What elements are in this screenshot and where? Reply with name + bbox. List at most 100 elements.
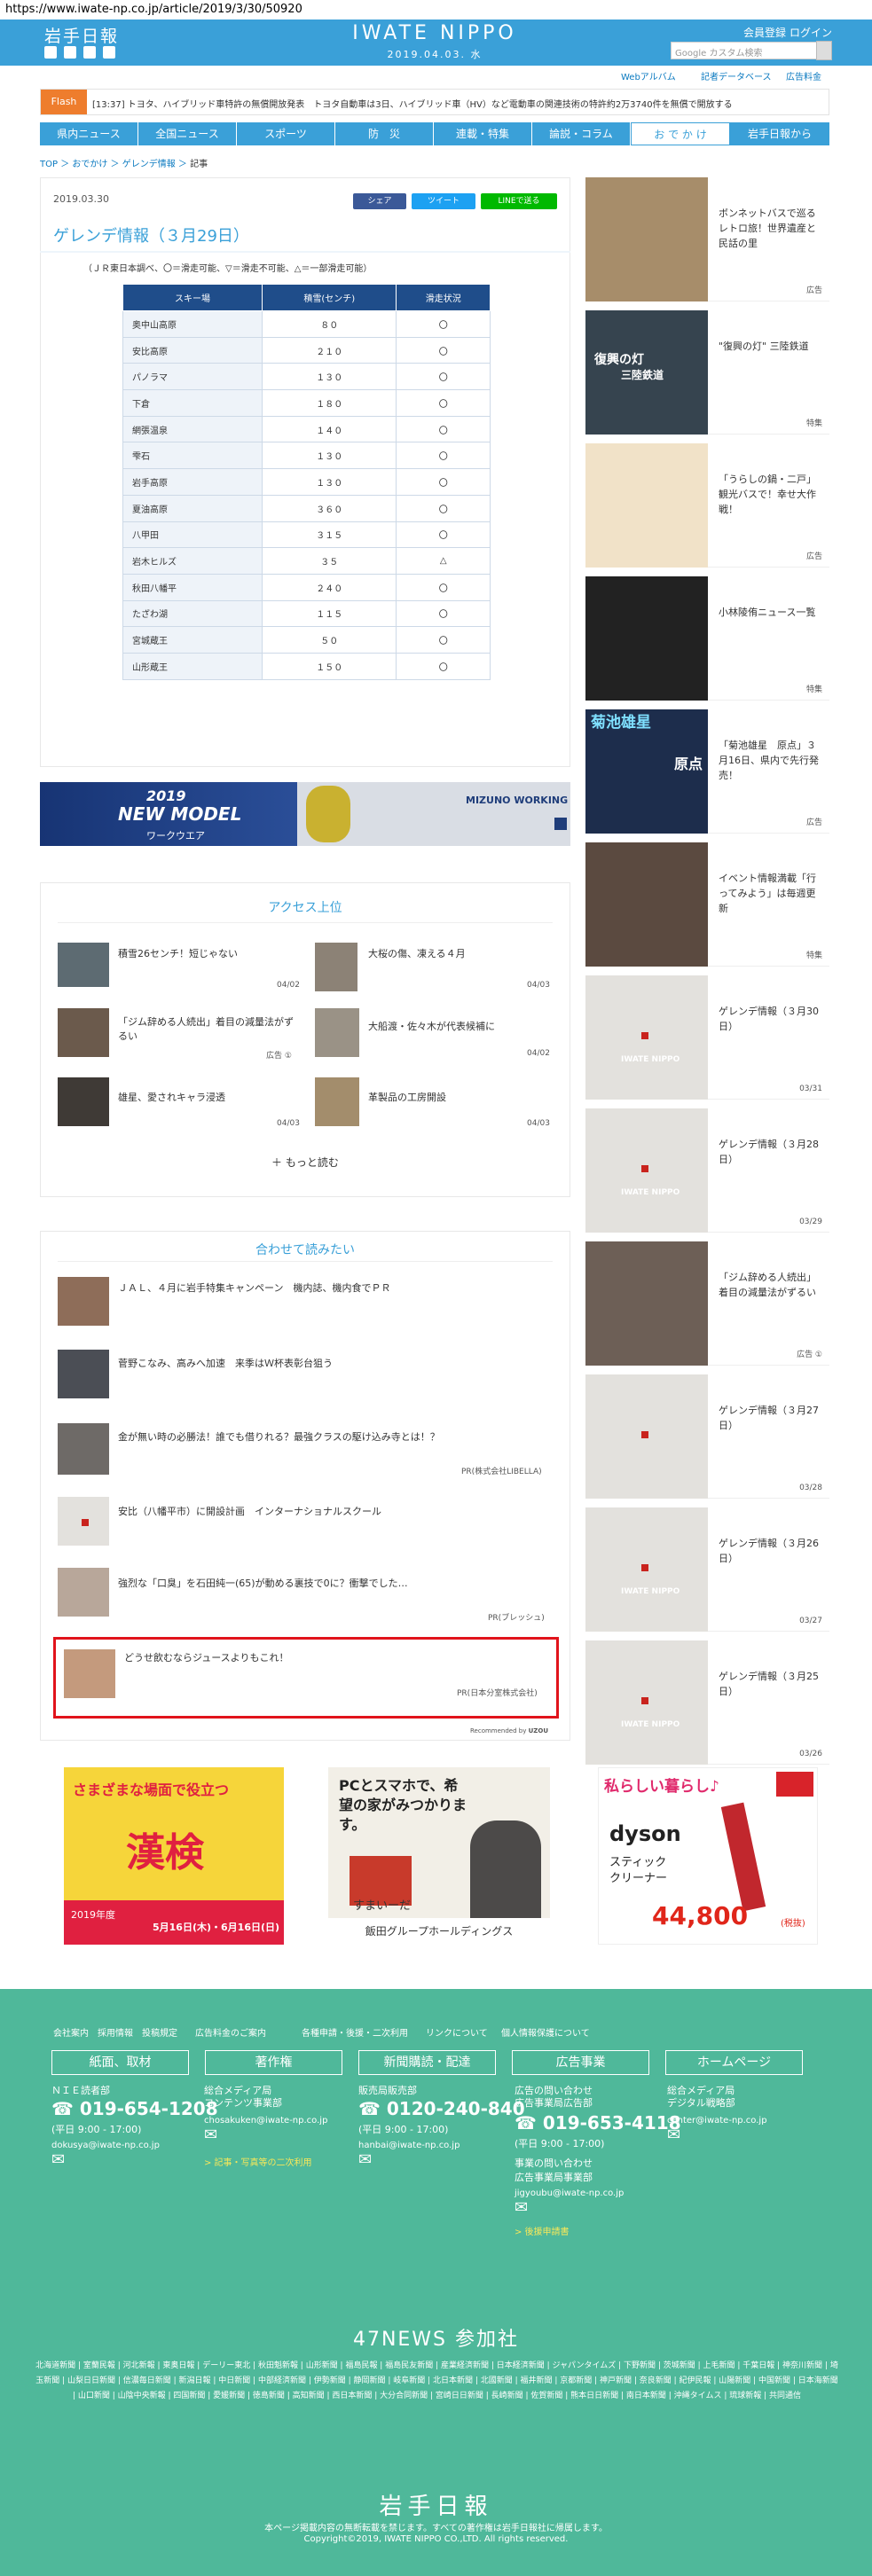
ad-dyson[interactable]: 私らしい暮らし♪ dyson スティッククリーナー 44,800 (税抜): [598, 1767, 818, 1945]
sidebar-item[interactable]: ゲレンデ情報（３月25日） 03/26: [585, 1640, 829, 1765]
sidebar-image[interactable]: [585, 842, 708, 967]
access-thumb-4[interactable]: [315, 1008, 359, 1057]
access-thumb-1[interactable]: [58, 943, 109, 987]
related-thumb-3[interactable]: [58, 1423, 109, 1475]
access-item-1[interactable]: 積雪26センチ！短じゃない: [118, 947, 295, 961]
access-thumb-2[interactable]: [315, 943, 357, 991]
related-item-3[interactable]: 金が無い時の必勝法！誰でも借りれる？最強クラスの駆け込み寺とは！？: [118, 1430, 544, 1445]
instagram-icon[interactable]: [103, 46, 115, 59]
footer-logo[interactable]: 岩手日報: [0, 2488, 872, 2521]
sidebar-text[interactable]: イベント情報満載「行ってみよう」は毎週更新: [719, 871, 823, 916]
access-thumb-5[interactable]: [58, 1077, 109, 1126]
sidebar-image[interactable]: [585, 1507, 708, 1632]
fc3-mail-icon[interactable]: ✉: [358, 2152, 372, 2168]
sidebar-image[interactable]: [585, 1108, 708, 1233]
twitter-icon[interactable]: [44, 46, 57, 59]
related-item-5[interactable]: 強烈な「口臭」を石田純一(65)が動める裏技で0に？衝撃でした…: [118, 1577, 544, 1591]
facebook-icon[interactable]: [64, 46, 76, 59]
fc5-mail-icon[interactable]: ✉: [667, 2127, 680, 2143]
footer-category-box[interactable]: 広告事業: [512, 2050, 649, 2075]
sidebar-image[interactable]: [585, 1640, 708, 1765]
sidebar-text[interactable]: "復興の灯" 三陸鉄道: [719, 339, 823, 354]
ad-kanken[interactable]: さまざまな場面で役立つ 漢検 2019年度 5月16日(木)・6月16日(日): [64, 1767, 284, 1945]
sidebar-text[interactable]: ゲレンデ情報（３月25日）: [719, 1669, 823, 1699]
footer-link[interactable]: 投稿規定: [142, 2025, 177, 2039]
nav-column[interactable]: 論説・コラム: [532, 122, 631, 145]
sidebar-text[interactable]: ゲレンデ情報（３月30日）: [719, 1004, 823, 1034]
access-item-5[interactable]: 雄星、愛されキャラ浸透: [118, 1091, 295, 1105]
sidebar-image[interactable]: [585, 177, 708, 301]
sidebar-image[interactable]: [585, 1241, 708, 1366]
footer-category-box[interactable]: ホームページ: [665, 2050, 803, 2075]
related-item-1[interactable]: ＪＡＬ、４月に岩手特集キャンペーン 機内誌、機内食でＰＲ: [118, 1281, 544, 1296]
fc2-mail-icon[interactable]: ✉: [204, 2127, 217, 2143]
fc4-mail[interactable]: jigyoubu@iwate-np.co.jp: [515, 2187, 624, 2200]
fc3-mail[interactable]: hanbai@iwate-np.co.jp: [358, 2139, 460, 2152]
sidebar-image[interactable]: [585, 975, 708, 1100]
crumb-slope[interactable]: ゲレンデ情報: [122, 160, 176, 169]
footer-link[interactable]: 採用情報: [98, 2025, 133, 2039]
nav-national-news[interactable]: 全国ニュース: [138, 122, 237, 145]
share-facebook-button[interactable]: シェア: [353, 193, 406, 209]
footer-link[interactable]: 個人情報保護について: [501, 2025, 590, 2039]
related-item-4[interactable]: 安比（八幡平市）に開設計画 インターナショナルスクール: [118, 1505, 544, 1519]
sidebar-text[interactable]: ゲレンデ情報（３月26日）: [719, 1536, 823, 1566]
related-thumb-4[interactable]: [58, 1497, 109, 1546]
nav-disaster[interactable]: 防 災: [335, 122, 434, 145]
fc2-link[interactable]: > 記事・写真等の二次利用: [204, 2157, 312, 2170]
share-line-button[interactable]: LINEで送る: [481, 193, 557, 209]
related-thumb-5[interactable]: [58, 1568, 109, 1617]
crumb-outing[interactable]: おでかけ: [72, 160, 107, 169]
access-item-6[interactable]: 革製品の工房開設: [368, 1091, 546, 1105]
footer-link[interactable]: 広告料金のご案内: [195, 2025, 266, 2039]
crumb-top[interactable]: TOP: [40, 160, 58, 169]
nav-sports[interactable]: スポーツ: [237, 122, 335, 145]
fc5-mail[interactable]: center@iwate-np.co.jp: [667, 2114, 767, 2127]
access-item-2[interactable]: 大桜の傷、凍える４月: [368, 947, 546, 961]
site-logo[interactable]: 岩手日報: [44, 23, 119, 47]
sidebar-text[interactable]: 「うらしの鍋・二戸」観光バスで！幸せ大作戦！: [719, 472, 823, 517]
flash-text[interactable]: [13:37] トヨタ、ハイブリッド車特許の無償開放発表 トヨタ自動車は3日、ハ…: [92, 97, 733, 110]
youtube-icon[interactable]: [83, 46, 96, 59]
share-twitter-button[interactable]: ツイート: [412, 193, 475, 209]
footer-category-box[interactable]: 新聞購読・配達: [358, 2050, 496, 2075]
nav-from-nippo[interactable]: 岩手日報から: [730, 122, 829, 145]
sidebar-item[interactable]: ボンネットバスで巡るレトロ旅！世界遺産と民話の里 広告: [585, 177, 829, 301]
nav-local-news[interactable]: 県内ニュース: [40, 122, 138, 145]
ad-close-icon[interactable]: [554, 818, 567, 830]
footer-link[interactable]: リンクについて: [426, 2025, 488, 2039]
register-link[interactable]: 会員登録: [743, 25, 786, 40]
nav-series[interactable]: 連載・特集: [434, 122, 532, 145]
brand-title[interactable]: IWATE NIPPO: [350, 22, 519, 44]
sidebar-item[interactable]: ゲレンデ情報（３月27日） 03/28: [585, 1374, 829, 1499]
sidebar-text[interactable]: ボンネットバスで巡るレトロ旅！世界遺産と民話の里: [719, 206, 823, 251]
sidebar-text[interactable]: 「菊池雄星 原点」３月16日、県内で先行発売！: [719, 738, 823, 783]
sidebar-item[interactable]: 小林陵侑ニュース一覧 特集: [585, 576, 829, 701]
sidebar-item[interactable]: ゲレンデ情報（３月28日） 03/29: [585, 1108, 829, 1233]
nav-outing[interactable]: お で か け: [631, 122, 730, 145]
ad-sumaida[interactable]: PCとスマホで、希望の家がみつかります。 すまいーだ 飯田グループホールディング…: [328, 1767, 550, 1945]
fc1-mail-icon[interactable]: ✉: [51, 2152, 65, 2168]
subnav-adprice[interactable]: 広告料金: [786, 69, 821, 82]
access-item-3[interactable]: 「ジム辞める人続出」着目の減量法がずるい: [118, 1015, 295, 1044]
related-thumb-2[interactable]: [58, 1350, 109, 1398]
sidebar-text[interactable]: 「ジム辞める人続出」着目の減量法がずるい: [719, 1270, 823, 1300]
search-button[interactable]: [816, 41, 832, 60]
n47-papers[interactable]: 北海道新聞 | 室蘭民報 | 河北新報 | 東奥日報 | デーリー東北 | 秋田…: [35, 2359, 838, 2404]
sidebar-item[interactable]: ゲレンデ情報（３月30日） 03/31: [585, 975, 829, 1100]
sidebar-text[interactable]: ゲレンデ情報（３月28日）: [719, 1137, 823, 1167]
fc1-mail[interactable]: dokusya@iwate-np.co.jp: [51, 2139, 160, 2152]
fc2-mail[interactable]: chosakuken@iwate-np.co.jp: [204, 2114, 327, 2127]
sidebar-item[interactable]: イベント情報満載「行ってみよう」は毎週更新 特集: [585, 842, 829, 967]
sidebar-image[interactable]: [585, 576, 708, 701]
sidebar-text[interactable]: ゲレンデ情報（３月27日）: [719, 1403, 823, 1433]
sidebar-text[interactable]: 小林陵侑ニュース一覧: [719, 605, 823, 620]
access-thumb-6[interactable]: [315, 1077, 359, 1126]
subnav-reporterdb[interactable]: 記者データベース: [701, 69, 772, 82]
sidebar-image[interactable]: [585, 443, 708, 568]
access-thumb-3[interactable]: [58, 1008, 109, 1057]
ad-banner-mizuno[interactable]: 2019 NEW MODEL ワークウエア MIZUNO WORKING: [40, 782, 570, 846]
search-input[interactable]: Google カスタム検索: [671, 42, 821, 59]
sidebar-item[interactable]: 「ジム辞める人続出」着目の減量法がずるい 広告 ①: [585, 1241, 829, 1366]
access-item-4[interactable]: 大船渡・佐々木が代表候補に: [368, 1020, 546, 1034]
